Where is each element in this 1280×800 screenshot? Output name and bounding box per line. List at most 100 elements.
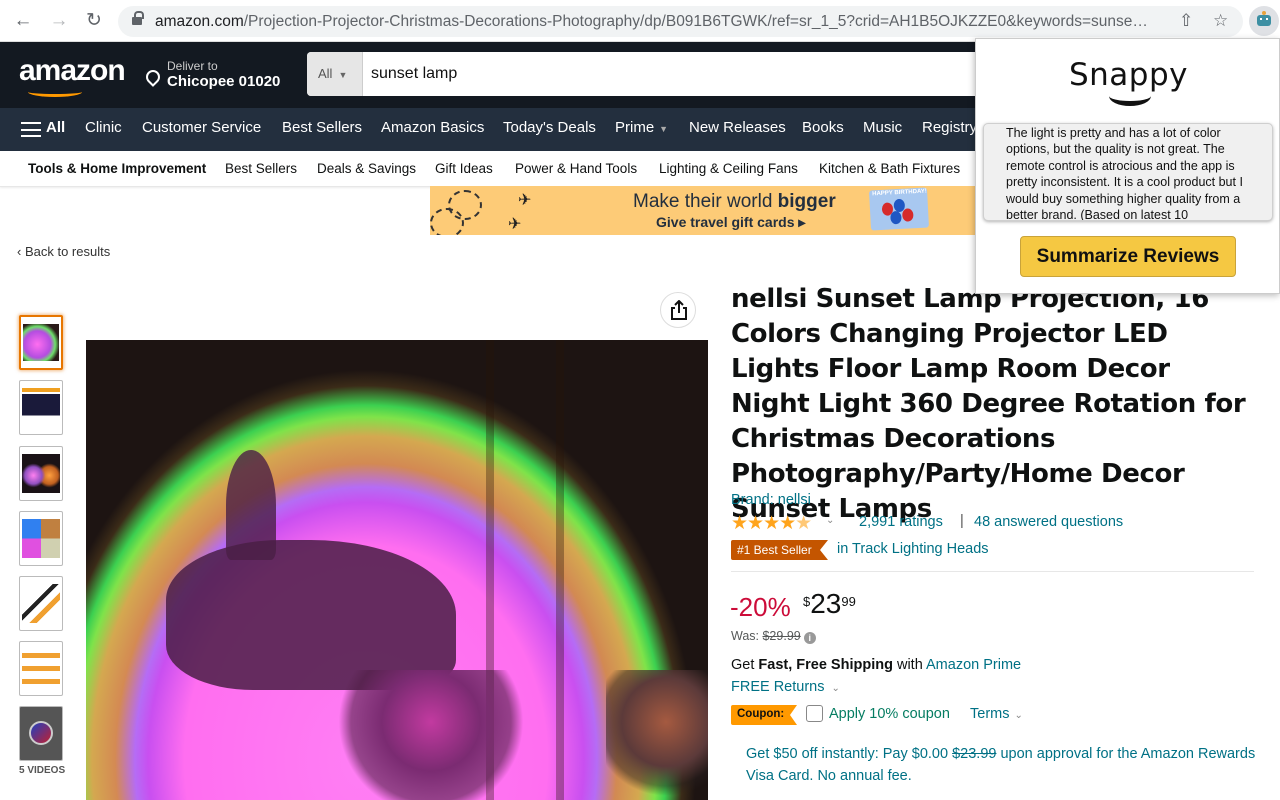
- forward-arrow-icon[interactable]: →: [48, 10, 70, 32]
- url-text[interactable]: amazon.com/Projection-Projector-Christma…: [155, 13, 1148, 31]
- free-returns-link[interactable]: FREE Returns ⌄: [731, 679, 840, 695]
- image-detail: [606, 670, 708, 800]
- image-detail: [336, 670, 526, 800]
- banner-headline: Make their world bigger: [633, 191, 836, 213]
- apply-coupon-label[interactable]: Apply 10% coupon: [829, 706, 950, 722]
- chevron-down-icon[interactable]: ⌄: [826, 515, 834, 526]
- share-button[interactable]: [660, 292, 696, 328]
- browser-toolbar: ← → ↻ amazon.com/Projection-Projector-Ch…: [0, 0, 1280, 42]
- promo-strike-price: $23.99: [952, 746, 997, 762]
- nav-customer-service[interactable]: Customer Service: [142, 119, 261, 136]
- price-whole: 23: [810, 588, 842, 619]
- nav-amazon-basics[interactable]: Amazon Basics: [381, 119, 484, 136]
- deliver-location: Chicopee 01020: [167, 73, 281, 90]
- thumbnail-5[interactable]: [19, 576, 63, 631]
- url-path: /Projection-Projector-Christmas-Decorati…: [243, 13, 1148, 30]
- subnav-kitchen-bath[interactable]: Kitchen & Bath Fixtures: [819, 161, 960, 176]
- shipping-mid: with: [892, 657, 926, 673]
- url-host: amazon.com: [155, 13, 244, 30]
- image-detail: [226, 450, 276, 560]
- gift-card-text: HAPPY BIRTHDAY!: [872, 188, 927, 198]
- subnav-deals-savings[interactable]: Deals & Savings: [317, 161, 416, 176]
- search-input[interactable]: [371, 52, 971, 96]
- reload-icon[interactable]: ↻: [83, 10, 105, 32]
- thumbnail-image: [23, 324, 59, 361]
- subnav-power-hand-tools[interactable]: Power & Hand Tools: [515, 161, 637, 176]
- info-icon[interactable]: i: [803, 632, 816, 644]
- thumbnail-1[interactable]: [19, 315, 63, 370]
- price: $2399: [803, 588, 856, 620]
- nav-todays-deals[interactable]: Today's Deals: [503, 119, 596, 136]
- subnav-best-sellers[interactable]: Best Sellers: [225, 161, 297, 176]
- nav-best-sellers[interactable]: Best Sellers: [282, 119, 362, 136]
- amazon-prime-link[interactable]: Amazon Prime: [926, 657, 1021, 673]
- smile-icon: [1109, 86, 1151, 106]
- answered-questions-link[interactable]: 48 answered questions: [974, 514, 1123, 530]
- gift-card-image: HAPPY BIRTHDAY!: [868, 187, 930, 231]
- price-symbol: $: [803, 594, 811, 609]
- caret-down-icon: ▼: [659, 124, 669, 134]
- rewards-card-promo[interactable]: Get $50 off instantly: Pay $0.00 $23.99 …: [746, 743, 1256, 787]
- back-arrow-icon[interactable]: ←: [12, 10, 34, 32]
- image-detail: [166, 540, 456, 690]
- brand-link[interactable]: Brand: nellsi: [731, 492, 811, 508]
- nav-clinic[interactable]: Clinic: [85, 119, 122, 136]
- was-price: Was: $29.99 i: [731, 629, 816, 644]
- thumbnail-4[interactable]: [19, 511, 63, 566]
- star-rating-icon[interactable]: ★★★★★: [731, 512, 812, 535]
- back-to-results-link[interactable]: ‹ Back to results: [17, 244, 110, 259]
- chevron-down-icon: ⌄: [1014, 710, 1023, 721]
- thumbnail-image: [22, 454, 60, 493]
- best-seller-category-link[interactable]: in Track Lighting Heads: [837, 541, 989, 557]
- subnav-lighting-ceiling-fans[interactable]: Lighting & Ceiling Fans: [659, 161, 798, 176]
- hamburger-menu-icon[interactable]: [21, 122, 41, 137]
- divider: [731, 571, 1254, 572]
- amazon-logo[interactable]: amazon: [19, 54, 126, 88]
- review-summary-text[interactable]: The light is pretty and has a lot of col…: [983, 123, 1273, 221]
- ratings-count-link[interactable]: 2,991 ratings: [859, 514, 943, 530]
- nav-registry[interactable]: Registry: [922, 119, 977, 136]
- nav-music[interactable]: Music: [863, 119, 902, 136]
- amazon-smile-icon: [28, 87, 82, 97]
- best-seller-badge[interactable]: #1 Best Seller: [731, 540, 828, 560]
- videos-count-label[interactable]: 5 VIDEOS: [19, 765, 65, 776]
- address-bar[interactable]: amazon.com/Projection-Projector-Christma…: [118, 6, 1243, 37]
- discount-percent: -20%: [730, 592, 791, 622]
- subnav-gift-ideas[interactable]: Gift Ideas: [435, 161, 493, 176]
- nav-books[interactable]: Books: [802, 119, 844, 136]
- subnav-tools-home[interactable]: Tools & Home Improvement: [28, 161, 206, 176]
- nav-new-releases[interactable]: New Releases: [689, 119, 786, 136]
- search-department-value: All: [318, 66, 333, 81]
- banner-headline-text: Make their world: [633, 191, 778, 212]
- caret-down-icon: ▼: [338, 70, 348, 80]
- share-icon: [671, 300, 687, 320]
- banner-cta[interactable]: Give travel gift cards ▸: [656, 214, 805, 231]
- main-product-image[interactable]: [86, 340, 708, 800]
- search-department-select[interactable]: All ▼: [307, 52, 363, 96]
- thumbnail-3[interactable]: [19, 446, 63, 501]
- bookmark-star-icon[interactable]: ☆: [1213, 11, 1228, 31]
- video-thumbnail[interactable]: [19, 706, 63, 761]
- was-label: Was:: [731, 629, 763, 643]
- nav-prime[interactable]: Prime ▼: [615, 119, 668, 136]
- full-stars: ★★★★: [731, 513, 796, 534]
- thumbnail-image: [22, 388, 60, 427]
- dashed-path-decoration: [430, 208, 464, 235]
- coupon-terms-link[interactable]: Terms ⌄: [970, 706, 1023, 722]
- play-video-icon: [29, 721, 53, 745]
- gift-card-banner-ad[interactable]: ✈ ✈ Make their world bigger Give travel …: [430, 186, 990, 235]
- nav-all[interactable]: All: [46, 119, 65, 136]
- coupon-badge: Coupon:: [731, 705, 798, 725]
- coupon-checkbox[interactable]: [806, 705, 823, 722]
- thumbnail-2[interactable]: [19, 380, 63, 435]
- free-returns-label: FREE Returns: [731, 679, 825, 695]
- summarize-reviews-button[interactable]: Summarize Reviews: [1020, 236, 1236, 277]
- share-page-icon[interactable]: ⇧: [1179, 11, 1193, 31]
- image-detail: [556, 340, 564, 800]
- balloon-icon: [890, 210, 902, 225]
- snappy-extension-popup: Snappy The light is pretty and has a lot…: [975, 38, 1280, 294]
- shipping-prefix: Get: [731, 657, 759, 673]
- snappy-extension-button[interactable]: [1249, 6, 1279, 36]
- thumbnail-6[interactable]: [19, 641, 63, 696]
- half-star-icon: ★: [795, 513, 812, 534]
